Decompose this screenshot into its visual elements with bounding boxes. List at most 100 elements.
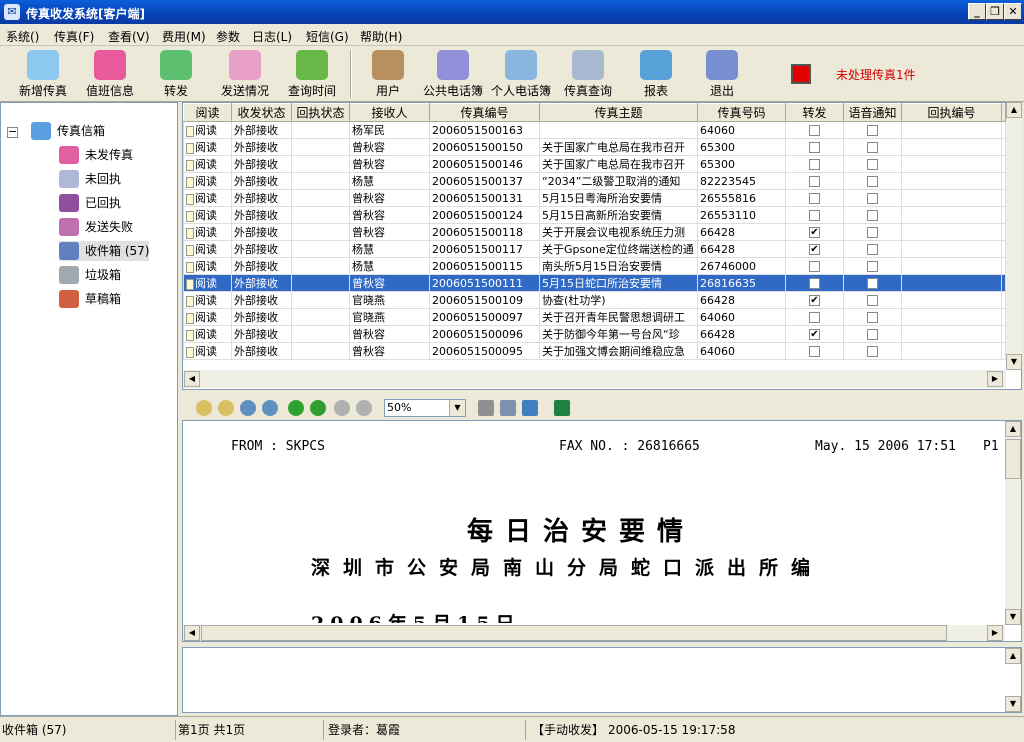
cut-icon[interactable] <box>478 400 494 416</box>
exit-button[interactable]: 退出 <box>702 48 742 100</box>
voice-notify-checkbox[interactable] <box>867 261 878 272</box>
tree-item-trash[interactable]: 垃圾箱 <box>59 265 169 285</box>
voice-notify-checkbox[interactable] <box>867 278 878 289</box>
column-header[interactable]: 传真号码 <box>697 103 786 122</box>
scroll-right-icon[interactable]: ▶ <box>987 625 1003 641</box>
table-row[interactable]: 阅读 外部接收 曾秋容 2006051500111 5月15日蛇口所治安要情 268166… <box>183 274 1006 292</box>
scroll-left-icon[interactable]: ◀ <box>184 625 200 641</box>
tree-item-receipted[interactable]: 已回执 <box>59 193 169 213</box>
tree-item-inbox[interactable]: 收件箱 (57) <box>59 241 149 261</box>
tree-root-fax-mailbox[interactable]: 传真信箱 <box>31 121 151 141</box>
tree-item-unsent[interactable]: 未发传真 <box>59 145 169 165</box>
print-icon[interactable] <box>500 400 516 416</box>
zoom-out-icon[interactable] <box>218 400 234 416</box>
scroll-left-icon[interactable]: ◀ <box>184 371 200 387</box>
table-row[interactable]: 阅读 外部接收 曾秋容 2006051500150 关于国家广电总局在我市召开 65300 <box>183 138 1006 156</box>
forward-checkbox[interactable] <box>809 261 820 272</box>
forward-checkbox[interactable]: ✔ <box>809 295 820 306</box>
grid-horizontal-scrollbar[interactable]: ◀ ▶ <box>183 370 1006 388</box>
report-button[interactable]: 报表 <box>636 48 676 100</box>
voice-notify-checkbox[interactable] <box>867 176 878 187</box>
column-header[interactable]: 转发 <box>785 103 844 122</box>
duty-info-button[interactable]: 值班信息 <box>82 48 138 100</box>
voice-notify-checkbox[interactable] <box>867 227 878 238</box>
table-row[interactable]: 阅读 外部接收 曾秋容 2006051500146 关于国家广电总局在我市召开 65300 <box>183 155 1006 173</box>
personal-phonebook-button[interactable]: 个人电话簿 <box>488 48 554 100</box>
table-row[interactable]: 阅读 外部接收 杨军民 2006051500163 64060 <box>183 121 1006 139</box>
menu-view[interactable]: 查看(V) <box>108 28 150 45</box>
voice-notify-checkbox[interactable] <box>867 125 878 136</box>
forward-checkbox[interactable]: ✔ <box>809 329 820 340</box>
voice-notify-checkbox[interactable] <box>867 210 878 221</box>
fit-page-icon[interactable] <box>240 400 256 416</box>
notes-area[interactable]: ▲ ▼ <box>182 647 1022 713</box>
table-row[interactable]: 阅读 外部接收 杨慧 2006051500137 “2034”二级警卫取消的通知 8222… <box>183 172 1006 190</box>
query-time-button[interactable]: 查询时间 <box>284 48 340 100</box>
tree-item-send-failed[interactable]: 发送失败 <box>59 217 169 237</box>
forward-checkbox[interactable] <box>809 312 820 323</box>
first-page-icon[interactable] <box>288 400 304 416</box>
menu-fees[interactable]: 费用(M) <box>162 28 206 45</box>
user-button[interactable]: 用户 <box>368 48 408 100</box>
tree-item-drafts[interactable]: 草稿箱 <box>59 289 169 309</box>
forward-button[interactable]: 转发 <box>156 48 196 100</box>
scroll-thumb[interactable] <box>1005 439 1021 479</box>
close-button[interactable]: ✕ <box>1004 3 1022 20</box>
table-row[interactable]: 阅读 外部接收 杨慧 2006051500115 南头所5月15日治安要情 2674600… <box>183 257 1006 275</box>
scroll-right-icon[interactable]: ▶ <box>987 371 1003 387</box>
last-page-icon[interactable] <box>356 400 372 416</box>
table-row[interactable]: 阅读 外部接收 曾秋容 2006051500118 关于开展会议电视系统压力测 66428… <box>183 223 1006 241</box>
zoom-in-icon[interactable] <box>196 400 212 416</box>
forward-checkbox[interactable] <box>809 125 820 136</box>
fax-query-button[interactable]: 传真查询 <box>560 48 616 100</box>
menu-help[interactable]: 帮助(H) <box>360 28 402 45</box>
menu-system[interactable]: 系统() <box>6 28 39 45</box>
scroll-up-icon[interactable]: ▲ <box>1006 102 1022 118</box>
voice-notify-checkbox[interactable] <box>867 312 878 323</box>
zoom-select[interactable]: 50% ▼ <box>384 399 466 417</box>
chevron-down-icon[interactable]: ▼ <box>449 400 465 416</box>
preview-vertical-scrollbar[interactable]: ▲ ▼ <box>1005 421 1021 625</box>
menu-fax[interactable]: 传真(F) <box>54 28 94 45</box>
table-row[interactable]: 阅读 外部接收 曾秋容 2006051500095 关于加强文博会期间维稳应急 64060 <box>183 342 1006 360</box>
forward-checkbox[interactable] <box>809 142 820 153</box>
forward-checkbox[interactable] <box>809 346 820 357</box>
table-row[interactable]: 阅读 外部接收 官晓燕 2006051500097 关于召开青年民警思想调研工 64060 <box>183 308 1006 326</box>
scroll-down-icon[interactable]: ▼ <box>1005 609 1021 625</box>
voice-notify-checkbox[interactable] <box>867 159 878 170</box>
column-header[interactable]: 阅读 <box>183 103 232 122</box>
voice-notify-checkbox[interactable] <box>867 295 878 306</box>
forward-checkbox[interactable]: ✔ <box>809 227 820 238</box>
forward-checkbox[interactable] <box>809 159 820 170</box>
preview-horizontal-scrollbar[interactable]: ◀ ▶ <box>183 625 1005 641</box>
forward-checkbox[interactable] <box>809 210 820 221</box>
voice-notify-checkbox[interactable] <box>867 193 878 204</box>
new-fax-button[interactable]: 新增传真 <box>14 48 72 100</box>
unprocessed-fax-count[interactable]: 未处理传真1件 <box>836 66 916 83</box>
column-header[interactable]: 语音通知 <box>843 103 902 122</box>
voice-notify-checkbox[interactable] <box>867 346 878 357</box>
menu-log[interactable]: 日志(L) <box>252 28 292 45</box>
fit-width-icon[interactable] <box>262 400 278 416</box>
column-header[interactable]: 传真主题 <box>539 103 698 122</box>
send-status-button[interactable]: 发送情况 <box>214 48 276 100</box>
forward-checkbox[interactable] <box>809 176 820 187</box>
restore-button[interactable]: ❐ <box>986 3 1004 20</box>
tree-item-no-receipt[interactable]: 未回执 <box>59 169 169 189</box>
table-row[interactable]: 阅读 外部接收 官晓燕 2006051500109 协查(杜功学) 66428 ✔ <box>183 291 1006 309</box>
forward-checkbox[interactable]: ✔ <box>809 244 820 255</box>
minimize-button[interactable]: _ <box>968 3 986 20</box>
menu-params[interactable]: 参数 <box>216 28 240 45</box>
table-row[interactable]: 阅读 外部接收 曾秋容 2006051500096 关于防御今年第一号台风“珍 66428… <box>183 325 1006 343</box>
table-row[interactable]: 阅读 外部接收 杨慧 2006051500117 关于Gpsone定位终端送检的通 664… <box>183 240 1006 258</box>
forward-checkbox[interactable] <box>809 278 820 289</box>
scroll-up-icon[interactable]: ▲ <box>1005 421 1021 437</box>
column-header[interactable]: 回执编号 <box>901 103 1002 122</box>
column-header[interactable]: 接收人 <box>349 103 430 122</box>
next-page-icon[interactable] <box>310 400 326 416</box>
column-header[interactable]: 传真编号 <box>429 103 540 122</box>
prev-page-icon[interactable] <box>334 400 350 416</box>
table-row[interactable]: 阅读 外部接收 曾秋容 2006051500131 5月15日粤海所治安要情 265558… <box>183 189 1006 207</box>
export-icon[interactable] <box>522 400 538 416</box>
scroll-down-icon[interactable]: ▼ <box>1005 696 1021 712</box>
